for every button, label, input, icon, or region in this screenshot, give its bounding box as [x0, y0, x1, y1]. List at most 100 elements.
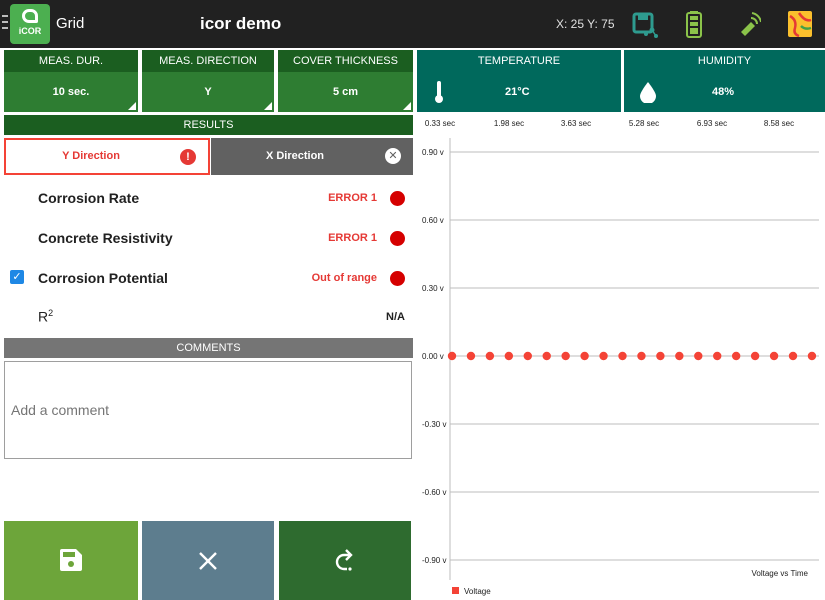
voltage-chart: 0.33 sec 1.98 sec 3.63 sec 5.28 sec 6.93 sec…	[416, 114, 825, 600]
error-icon: !	[180, 149, 196, 165]
data-point	[731, 351, 741, 361]
grid-coordinates: X: 25 Y: 75	[556, 17, 615, 31]
data-point	[675, 351, 684, 361]
dropdown-corner-icon	[264, 102, 272, 110]
data-point	[580, 351, 589, 361]
data-point	[694, 351, 703, 361]
battery-icon	[686, 11, 702, 38]
y-tick-label: -0.60 v	[422, 488, 446, 497]
chart-title: Voltage vs Time	[752, 569, 809, 578]
result-label: Concrete Resistivity	[38, 230, 173, 246]
status-dot-icon	[390, 231, 405, 246]
redo-button[interactable]	[279, 521, 411, 600]
redo-icon	[335, 549, 353, 571]
y-tick-label: 0.30 v	[422, 284, 444, 293]
data-point	[618, 351, 627, 361]
chart-svg: 0.33 sec 1.98 sec 3.63 sec 5.28 sec 6.93 sec…	[422, 119, 819, 596]
top-bar: iCOR Grid icor demo X: 25 Y: 75	[0, 0, 825, 48]
data-point	[769, 351, 779, 361]
floppy-disk-icon	[60, 549, 82, 571]
app-logo[interactable]: iCOR	[10, 4, 50, 44]
x-tick-label: 1.98 sec	[494, 119, 524, 128]
data-point	[807, 351, 817, 361]
data-point	[788, 351, 798, 361]
meas-duration-header: MEAS. DUR.	[4, 50, 138, 72]
tab-x-direction[interactable]: X Direction ✕	[211, 138, 413, 175]
result-row-corrosion-rate: Corrosion Rate ERROR 1	[0, 183, 413, 213]
cover-thickness-selector[interactable]: 5 cm	[278, 72, 413, 112]
tab-x-direction-label: X Direction	[265, 150, 325, 162]
meas-duration-selector[interactable]: 10 sec.	[4, 72, 138, 112]
r-squared-label-text: R	[38, 308, 49, 325]
cancel-button[interactable]	[142, 521, 274, 600]
comments-header: COMMENTS	[4, 338, 413, 358]
logo-text: iCOR	[18, 26, 42, 36]
humidity-value: 48%	[712, 86, 735, 98]
x-tick-label: 6.93 sec	[697, 119, 727, 128]
comment-box	[4, 361, 412, 459]
result-status: ERROR 1	[328, 192, 377, 204]
project-title: icor demo	[200, 14, 282, 33]
temperature-value: 21°C	[505, 86, 530, 98]
data-point	[713, 351, 722, 361]
thermometer-icon	[435, 81, 443, 103]
data-point	[599, 351, 608, 361]
data-point	[542, 351, 551, 361]
tab-y-direction[interactable]: Y Direction !	[4, 138, 210, 175]
x-tick-label: 5.28 sec	[629, 119, 659, 128]
data-point	[750, 351, 760, 361]
temperature-header: TEMPERATURE	[417, 50, 621, 72]
data-point	[523, 351, 532, 361]
save-button[interactable]	[4, 521, 138, 600]
map-icon[interactable]	[787, 10, 813, 38]
close-circle-icon: ✕	[385, 148, 401, 164]
result-label: Corrosion Rate	[38, 190, 140, 206]
x-tick-label: 0.33 sec	[425, 119, 455, 128]
data-point	[466, 351, 476, 361]
y-tick-label: -0.30 v	[422, 420, 446, 429]
temperature-panel: 21°C	[417, 72, 621, 112]
y-tick-label: -0.90 v	[422, 556, 446, 565]
y-tick-label: 0.90 v	[422, 148, 444, 157]
app-title: Grid	[56, 15, 85, 32]
r-squared-superscript: 2	[48, 308, 54, 318]
comment-input[interactable]	[5, 362, 411, 458]
x-tick-label: 8.58 sec	[764, 119, 794, 128]
cover-thickness-header: COVER THICKNESS	[278, 50, 413, 72]
dropdown-corner-icon	[403, 102, 411, 110]
meas-direction-header: MEAS. DIRECTION	[142, 50, 274, 72]
status-dot-icon	[390, 271, 405, 286]
meas-direction-selector[interactable]: Y	[142, 72, 274, 112]
y-tick-label: 0.60 v	[422, 216, 444, 225]
legend-swatch	[452, 587, 459, 594]
result-status: ERROR 1	[328, 232, 377, 244]
corrosion-potential-checkbox[interactable]: ✓	[10, 270, 24, 284]
humidity-panel: 48%	[624, 72, 825, 112]
data-point	[656, 351, 665, 361]
logo-mark-icon	[22, 9, 38, 23]
dropdown-corner-icon	[128, 102, 136, 110]
legend-label: Voltage	[464, 587, 491, 596]
export-icon[interactable]	[632, 10, 658, 38]
r-squared-value: N/A	[386, 311, 405, 323]
menu-icon[interactable]	[2, 15, 8, 33]
cover-thickness-value: 5 cm	[332, 86, 359, 98]
result-status: Out of range	[311, 272, 377, 284]
y-tick-label: 0.00 v	[422, 352, 444, 361]
close-icon	[199, 552, 217, 570]
results-header: RESULTS	[4, 115, 413, 135]
result-row-concrete-resistivity: Concrete Resistivity ERROR 1	[0, 223, 413, 253]
x-tick-label: 3.63 sec	[561, 119, 591, 128]
result-label: Corrosion Potential	[38, 270, 168, 286]
humidity-header: HUMIDITY	[624, 50, 825, 72]
data-point	[485, 351, 495, 361]
wireless-icon	[741, 12, 761, 36]
data-point	[504, 351, 514, 361]
result-row-r-squared: R2 N/A	[0, 302, 413, 332]
data-point	[637, 351, 646, 361]
r-squared-label: R2	[38, 308, 53, 325]
result-row-corrosion-potential: ✓ Corrosion Potential Out of range	[0, 263, 413, 293]
meas-direction-value: Y	[204, 86, 212, 98]
data-point	[561, 351, 570, 361]
data-point	[447, 351, 457, 361]
